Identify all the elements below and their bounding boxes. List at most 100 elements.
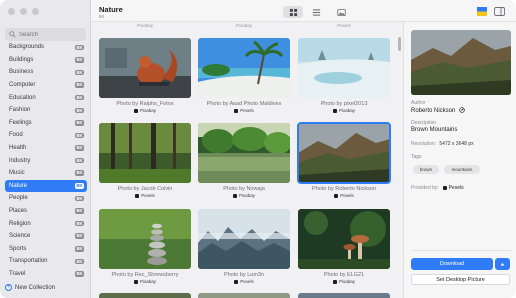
close-window-button[interactable] bbox=[8, 8, 15, 15]
winter-lake-photo[interactable] bbox=[298, 38, 390, 98]
search-icon bbox=[9, 31, 16, 38]
sidebar-item[interactable]: Buildings BK bbox=[5, 54, 87, 67]
beach-photo[interactable] bbox=[198, 38, 290, 98]
sidebar-item-label: Education bbox=[9, 94, 36, 101]
provided-by-row: Provided by: Pexels bbox=[411, 185, 464, 191]
count-badge: BK bbox=[74, 220, 84, 227]
download-options-button[interactable] bbox=[495, 258, 510, 270]
window-controls bbox=[8, 8, 39, 15]
source-label: Pixabay bbox=[139, 108, 156, 113]
item-count: 90 bbox=[99, 14, 105, 19]
grid-view-button[interactable] bbox=[283, 6, 303, 18]
source-label: Pixabay bbox=[238, 193, 255, 198]
sidebar-item[interactable]: Places BK bbox=[5, 205, 87, 218]
sidebar-item[interactable]: Food BK bbox=[5, 129, 87, 142]
sidebar-item-label: Science bbox=[9, 233, 31, 240]
tag-chip[interactable]: brown bbox=[413, 165, 439, 174]
set-desktop-picture-button[interactable]: Set Desktop Picture bbox=[411, 274, 510, 285]
count-badge: BK bbox=[74, 258, 84, 265]
photo-caption: Photo by Rec_Shrewsberry bbox=[111, 272, 179, 278]
sidebar-item-label: Business bbox=[9, 69, 34, 76]
partial-source-label: Pixabay bbox=[235, 23, 252, 28]
sidebar-item[interactable]: Science BK bbox=[5, 230, 87, 243]
tag-chip[interactable]: mountains bbox=[444, 165, 480, 174]
photo-source: Pexels bbox=[298, 193, 390, 198]
inspector-panel: Author Roberto Nickson Description Brown… bbox=[403, 22, 516, 298]
sidebar-item[interactable]: People BK bbox=[5, 192, 87, 205]
misty-forest-photo[interactable] bbox=[198, 209, 290, 269]
sidebar-toggle-icon[interactable] bbox=[494, 7, 505, 16]
author-value[interactable]: Roberto Nickson bbox=[411, 107, 465, 114]
sidebar-item-selected[interactable]: Nature BK bbox=[5, 179, 87, 193]
count-badge: BK bbox=[74, 132, 84, 139]
source-icon bbox=[334, 193, 339, 198]
photo-caption: Photo by Nowaja bbox=[223, 186, 265, 192]
forest-photo[interactable] bbox=[99, 123, 191, 183]
photo-tile-partial[interactable] bbox=[99, 293, 191, 298]
count-badge: BK bbox=[74, 82, 84, 88]
lake-trees-photo[interactable] bbox=[198, 123, 290, 183]
stones-photo[interactable] bbox=[99, 209, 191, 269]
mushrooms-photo[interactable] bbox=[298, 209, 390, 269]
sidebar-item[interactable]: Travel BK bbox=[5, 268, 87, 281]
source-icon bbox=[135, 193, 140, 198]
photo-tile-partial[interactable] bbox=[298, 293, 390, 298]
sidebar-item[interactable]: Transportation BK bbox=[5, 255, 87, 268]
photo-tile-partial[interactable] bbox=[198, 293, 290, 298]
sidebar-item[interactable]: Backgrounds BK bbox=[5, 41, 87, 54]
page-title: Nature bbox=[99, 5, 123, 14]
sidebar-item[interactable]: Feelings BK bbox=[5, 117, 87, 130]
scrollbar[interactable] bbox=[398, 37, 401, 51]
sidebar-item[interactable]: Industry BK bbox=[5, 154, 87, 167]
download-button[interactable]: Download bbox=[411, 258, 493, 270]
flag-icon[interactable] bbox=[477, 7, 487, 16]
resolution-label: Resolution: 5472 x 3648 px bbox=[411, 141, 474, 147]
squirrel-photo[interactable] bbox=[99, 38, 191, 98]
source-label: Pixabay bbox=[338, 108, 355, 113]
source-label: Pexels bbox=[240, 279, 254, 284]
search-field[interactable] bbox=[5, 28, 86, 41]
image-view-button[interactable] bbox=[331, 6, 351, 18]
sidebar-item[interactable]: Business BK bbox=[5, 66, 87, 79]
sidebar-item[interactable]: Sports BK bbox=[5, 243, 87, 256]
photo-caption: Photo by pixel2013 bbox=[320, 101, 368, 107]
sidebar-item-label: Nature bbox=[9, 182, 28, 189]
pexels-icon bbox=[443, 185, 448, 190]
sidebar-item[interactable]: Computer BK bbox=[5, 79, 87, 92]
source-icon bbox=[133, 279, 138, 284]
mountains-photo[interactable] bbox=[297, 122, 391, 184]
partial-source-label: Pixabay bbox=[136, 23, 153, 28]
provided-label: Provided by: bbox=[411, 185, 439, 191]
sidebar-item[interactable]: Fashion BK bbox=[5, 104, 87, 117]
minimize-window-button[interactable] bbox=[20, 8, 27, 15]
source-label: Pexels bbox=[240, 108, 254, 113]
description-label: Description bbox=[411, 120, 437, 126]
count-badge: BK bbox=[74, 44, 84, 51]
sidebar-item[interactable]: Music BK bbox=[5, 167, 87, 180]
zoom-window-button[interactable] bbox=[32, 8, 39, 15]
search-input[interactable] bbox=[19, 31, 83, 38]
source-label: Pexels bbox=[340, 193, 354, 198]
photo-source: Pixabay bbox=[99, 279, 191, 284]
sidebar-item-label: Religion bbox=[9, 220, 31, 227]
sidebar-item[interactable]: Education BK bbox=[5, 91, 87, 104]
link-icon[interactable] bbox=[459, 107, 465, 113]
new-collection-button[interactable]: + New Collection bbox=[5, 284, 55, 291]
photo-caption: Photo by Ralphs_Fotos bbox=[116, 101, 174, 107]
count-badge: BK bbox=[74, 94, 84, 101]
source-icon bbox=[133, 108, 138, 113]
source-icon bbox=[234, 279, 239, 284]
sidebar-item-label: Fashion bbox=[9, 107, 31, 114]
source-icon bbox=[332, 108, 337, 113]
sidebar-item[interactable]: Religion BK bbox=[5, 217, 87, 230]
source-label: Pixabay bbox=[338, 279, 355, 284]
list-view-button[interactable] bbox=[306, 6, 326, 18]
app-window: Backgrounds BK Buildings BK Business BK Com… bbox=[0, 0, 516, 298]
photo-icon bbox=[336, 8, 346, 16]
new-collection-label: New Collection bbox=[15, 284, 56, 291]
sidebar-item-label: Music bbox=[9, 170, 25, 177]
sidebar-item[interactable]: Health BK bbox=[5, 142, 87, 155]
count-badge: BK bbox=[74, 195, 84, 202]
provider-value: Pexels bbox=[448, 185, 464, 191]
author-label: Author bbox=[411, 100, 426, 106]
